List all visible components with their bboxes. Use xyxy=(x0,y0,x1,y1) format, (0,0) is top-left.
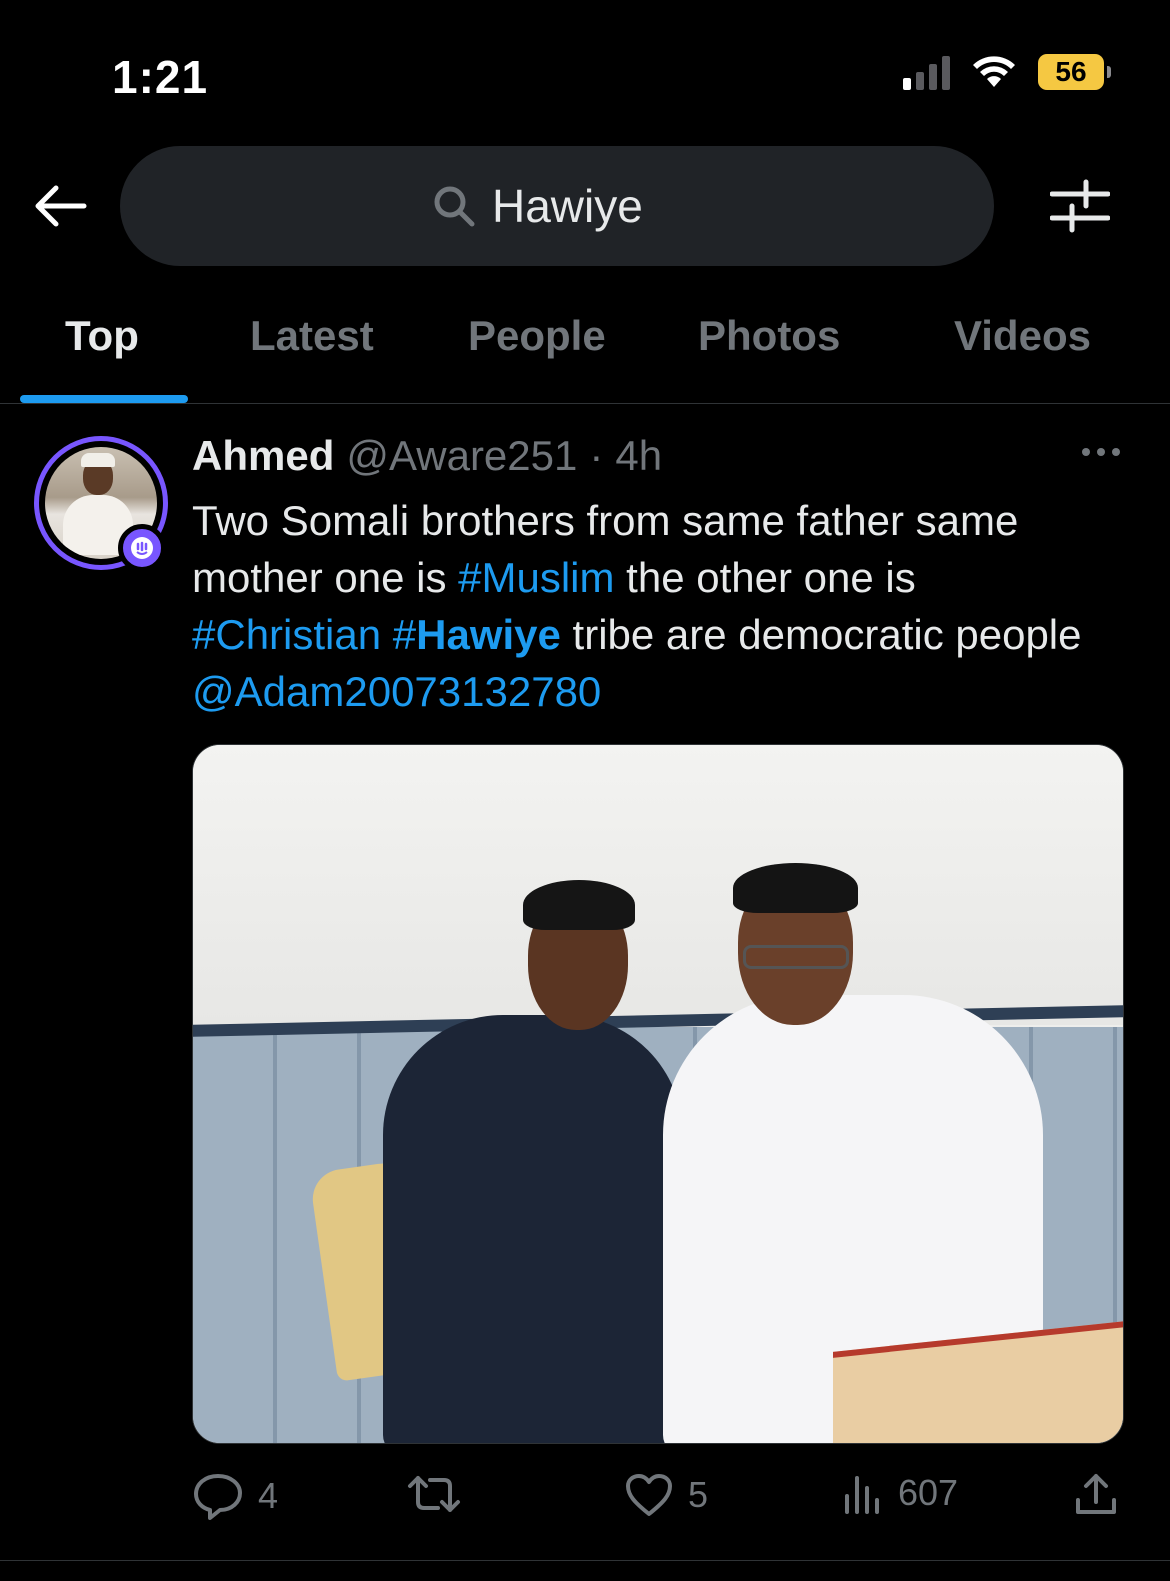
reply-icon xyxy=(194,1474,242,1520)
tweet-header: Ahmed @Aware251 · 4h xyxy=(192,432,662,480)
header-separator: · xyxy=(589,432,604,479)
tab-photos[interactable]: Photos xyxy=(698,312,840,360)
more-dot-icon xyxy=(1097,448,1105,456)
reply-button[interactable]: 4 xyxy=(192,1472,278,1520)
tweet-timestamp[interactable]: 4h xyxy=(615,432,662,480)
spaces-live-badge[interactable] xyxy=(118,524,166,572)
hashtag-muslim[interactable]: #Muslim xyxy=(458,554,614,601)
tweet[interactable]: Ahmed @Aware251 · 4h Two Somali brothers… xyxy=(0,404,1170,1564)
tweet-text: Two Somali brothers from same father sam… xyxy=(192,492,1112,720)
search-icon xyxy=(434,186,475,227)
active-tab-indicator xyxy=(20,395,188,403)
status-bar: 1:21 56 xyxy=(0,0,1170,140)
views-icon xyxy=(845,1476,879,1514)
search-tabs: Top Latest People Photos Videos xyxy=(0,290,1170,404)
cellular-signal-icon xyxy=(903,54,950,90)
search-input[interactable] xyxy=(492,179,682,233)
tweet-photo[interactable] xyxy=(192,744,1124,1444)
reply-count: 4 xyxy=(258,1475,279,1516)
status-time: 1:21 xyxy=(112,51,209,103)
status-icons: 56 xyxy=(903,54,1111,90)
like-count: 5 xyxy=(688,1474,709,1515)
author-handle[interactable]: @Aware251 xyxy=(346,432,577,480)
search-filter-button[interactable] xyxy=(1049,176,1111,236)
back-button[interactable] xyxy=(30,176,90,236)
views-button[interactable]: 607 xyxy=(842,1472,958,1514)
tweet-divider xyxy=(0,1560,1170,1561)
tab-latest[interactable]: Latest xyxy=(250,312,374,360)
heart-icon xyxy=(626,1474,672,1516)
views-count: 607 xyxy=(898,1472,959,1513)
back-arrow-icon xyxy=(35,185,87,227)
filter-icon xyxy=(1049,179,1111,233)
hashtag-hawiye[interactable]: #Hawiye xyxy=(393,611,561,658)
mention-link[interactable]: @Adam20073132780 xyxy=(192,668,601,715)
wifi-icon xyxy=(973,56,1015,87)
more-dot-icon xyxy=(1112,448,1120,456)
battery-indicator: 56 xyxy=(1038,54,1111,90)
hashtag-hawiye-term: Hawiye xyxy=(416,611,561,658)
spaces-icon xyxy=(131,537,153,559)
tweet-actions: 4 5 607 xyxy=(192,1464,1122,1534)
retweet-icon xyxy=(408,1476,460,1512)
search-bar[interactable] xyxy=(120,146,994,266)
more-options-button[interactable] xyxy=(1082,448,1120,456)
tab-videos[interactable]: Videos xyxy=(954,312,1091,360)
tab-top[interactable]: Top xyxy=(65,312,139,360)
hashtag-hawiye-prefix: # xyxy=(392,611,417,658)
tweet-text-part: the other one is xyxy=(614,554,916,601)
hashtag-christian[interactable]: #Christian xyxy=(192,611,381,658)
tab-people[interactable]: People xyxy=(468,312,606,360)
share-icon xyxy=(1076,1474,1116,1514)
more-dot-icon xyxy=(1082,448,1090,456)
search-header xyxy=(0,146,1170,266)
like-button[interactable]: 5 xyxy=(624,1472,708,1518)
tweet-text-part: tribe are democratic people xyxy=(560,611,1082,658)
author-display-name[interactable]: Ahmed xyxy=(192,432,334,480)
retweet-button[interactable] xyxy=(406,1472,476,1516)
share-button[interactable] xyxy=(1074,1472,1118,1518)
